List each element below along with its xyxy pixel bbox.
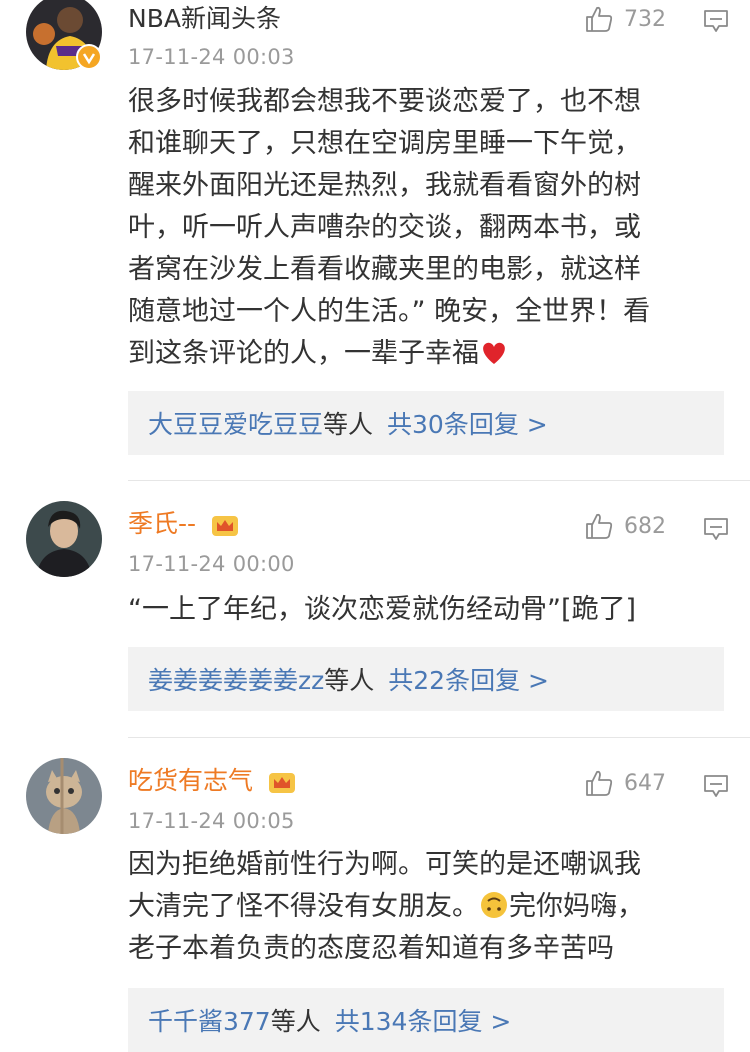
- crown-icon: [212, 516, 238, 536]
- comment-line: 和谁聊天了，只想在空调房里睡一下午觉，: [128, 128, 641, 159]
- username-text: 吃货有志气: [128, 766, 254, 795]
- like-count: 732: [624, 6, 666, 32]
- like-count: 682: [624, 513, 666, 539]
- reply-icon[interactable]: [702, 772, 730, 800]
- reply-users-suffix: 等人: [324, 666, 375, 695]
- username[interactable]: 吃货有志气: [128, 766, 297, 796]
- reply-users-link[interactable]: 姜姜姜姜姜姜zz: [148, 661, 324, 697]
- reply-icon[interactable]: [702, 7, 730, 35]
- like-button[interactable]: 682: [584, 509, 666, 543]
- reply-users-link[interactable]: 千千酱377: [148, 1002, 271, 1038]
- timestamp: 17-11-24 00:05: [128, 809, 295, 833]
- reply-users-suffix: 等人: [323, 410, 374, 439]
- thumbs-up-icon: [586, 513, 613, 539]
- comment-text: 因为拒绝婚前性行为啊。可笑的是还嘲讽我 大清完了怪不得没有女朋友。 完你妈嗨， 老…: [128, 844, 728, 970]
- comment-line: 者窝在沙发上看看收藏夹里的电影，就这样: [128, 254, 641, 285]
- comment-line: 随意地过一个人的生活。” 晚安，全世界！看: [128, 296, 651, 327]
- reply-icon[interactable]: [702, 515, 730, 543]
- comment-line: 大清完了怪不得没有女朋友。: [128, 891, 479, 922]
- comment-text: 很多时候我都会想我不要谈恋爱了，也不想 和谁聊天了，只想在空调房里睡一下午觉， …: [128, 81, 728, 375]
- comment-line: 因为拒绝婚前性行为啊。可笑的是还嘲讽我: [128, 849, 641, 880]
- username-text: 季氏--: [128, 509, 197, 538]
- comment-item: 吃货有志气 17-11-24 00:05 647 因为拒绝婚前性行为啊。可笑的是…: [0, 738, 750, 1052]
- comment-line: 到这条评论的人，一辈子幸福: [128, 338, 479, 369]
- upside-down-face-emoji-icon: [481, 892, 507, 918]
- reply-summary[interactable]: 姜姜姜姜姜姜zz 等人 共22条回复 >: [128, 647, 724, 711]
- crown-icon: [268, 773, 295, 793]
- reply-users-link[interactable]: 大豆豆爱吃豆豆: [148, 405, 323, 441]
- like-count: 647: [624, 770, 666, 796]
- avatar[interactable]: [26, 501, 102, 577]
- comment-line-last: 到这条评论的人，一辈子幸福: [128, 333, 728, 375]
- comment-item: NBA新闻头条 17-11-24 00:03 732 很多时候我都会想我不要谈恋…: [0, 0, 750, 480]
- username[interactable]: 季氏--: [128, 509, 240, 539]
- comment-line: 叶，听一听人声嘈杂的交谈，翻两本书，或: [128, 212, 641, 243]
- verified-icon: [76, 44, 102, 70]
- thumbs-up-icon: [586, 770, 613, 796]
- reply-count-link[interactable]: 共134条回复 >: [335, 1002, 512, 1038]
- thumbs-up-icon: [586, 6, 613, 32]
- like-button[interactable]: 647: [584, 766, 666, 800]
- comment-line: 老子本着负责的态度忍着知道有多辛苦吗: [128, 933, 614, 964]
- avatar[interactable]: [26, 758, 102, 834]
- comment-line: 很多时候我都会想我不要谈恋爱了，也不想: [128, 86, 641, 117]
- heart-emoji-icon: [483, 342, 505, 364]
- reply-count-link[interactable]: 共22条回复 >: [388, 661, 549, 697]
- comment-line: “一上了年纪，谈次恋爱就伤经动骨”[跪了]: [128, 594, 637, 625]
- reply-users-suffix: 等人: [270, 1007, 321, 1036]
- username[interactable]: NBA新闻头条: [128, 4, 281, 34]
- reply-summary[interactable]: 大豆豆爱吃豆豆 等人 共30条回复 >: [128, 391, 724, 455]
- reply-summary[interactable]: 千千酱377 等人 共134条回复 >: [128, 988, 724, 1052]
- timestamp: 17-11-24 00:03: [128, 45, 295, 69]
- timestamp: 17-11-24 00:00: [128, 552, 295, 576]
- comment-line-suffix: 完你妈嗨，: [509, 891, 644, 922]
- reply-count-link[interactable]: 共30条回复 >: [387, 405, 548, 441]
- comment-item: 季氏-- 17-11-24 00:00 682 “一上了年纪，谈次恋爱就伤经动骨…: [0, 481, 750, 737]
- comment-line-with-emoji: 大清完了怪不得没有女朋友。 完你妈嗨，: [128, 886, 728, 928]
- comment-line: 醒来外面阳光还是热烈，我就看看窗外的树: [128, 170, 641, 201]
- like-button[interactable]: 732: [584, 2, 666, 36]
- comment-text: “一上了年纪，谈次恋爱就伤经动骨”[跪了]: [128, 589, 728, 631]
